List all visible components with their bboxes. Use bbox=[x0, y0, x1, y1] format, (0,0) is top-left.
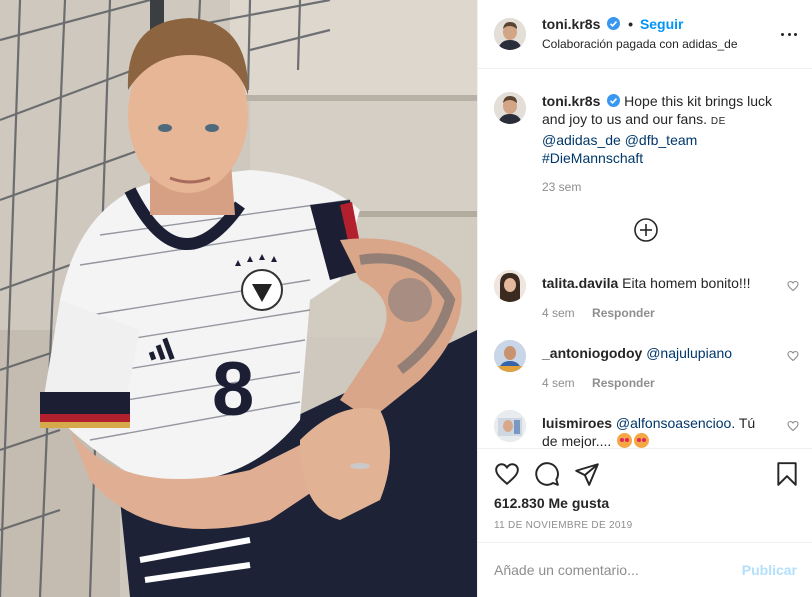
caption-time[interactable]: 23 sem bbox=[542, 180, 581, 194]
publish-button[interactable]: Publicar bbox=[742, 562, 797, 578]
avatar[interactable] bbox=[494, 18, 526, 50]
paid-partnership-prefix: Colaboración pagada con bbox=[542, 37, 679, 51]
heart-icon[interactable] bbox=[787, 420, 799, 432]
heart-icon[interactable] bbox=[787, 350, 799, 362]
bookmark-icon[interactable] bbox=[774, 461, 800, 487]
heart-eyes-emoji-icon bbox=[634, 433, 650, 448]
avatar[interactable] bbox=[494, 410, 526, 442]
circle-plus-icon[interactable] bbox=[634, 218, 658, 242]
more-dot bbox=[794, 32, 797, 36]
separator-dot: • bbox=[628, 16, 634, 32]
avatar-image bbox=[494, 270, 526, 302]
jersey-number: 8 bbox=[212, 347, 254, 432]
comment-input[interactable] bbox=[494, 559, 724, 581]
comment-item: talita.davila Eita homem bonito!!! 4 sem… bbox=[494, 270, 799, 330]
comment-meta: 4 sem Responder bbox=[542, 376, 655, 390]
follow-button[interactable]: Seguir bbox=[640, 16, 684, 32]
verified-badge-icon bbox=[607, 17, 621, 30]
header-username-line: toni.kr8s • Seguir bbox=[542, 16, 684, 32]
comment-icon[interactable] bbox=[534, 461, 560, 487]
more-dot bbox=[787, 32, 791, 36]
add-comment-bar: Publicar bbox=[478, 542, 812, 597]
caption-mention[interactable]: @adidas_de bbox=[542, 132, 621, 148]
caption-hashtag[interactable]: #DieMannschaft bbox=[542, 150, 643, 166]
comment-username[interactable]: luismiroes bbox=[542, 415, 612, 431]
avatar-image bbox=[494, 92, 526, 124]
post-photo[interactable]: 8 bbox=[0, 0, 477, 597]
avatar[interactable] bbox=[494, 270, 526, 302]
comment-item: _antoniogodoy @najulupiano 4 sem Respond… bbox=[494, 340, 799, 400]
more-dot bbox=[781, 32, 784, 36]
comment-meta: 4 sem Responder bbox=[542, 306, 655, 320]
photo-illustration: 8 bbox=[0, 0, 477, 597]
comment-mention[interactable]: @alfonsoasencioo. bbox=[616, 415, 735, 431]
comment-username[interactable]: talita.davila bbox=[542, 275, 618, 291]
avatar-image bbox=[494, 18, 526, 50]
paper-plane-icon[interactable] bbox=[574, 461, 600, 487]
post-side-panel: toni.kr8s • Seguir Colaboración pagada c… bbox=[477, 0, 812, 597]
comment-mention[interactable]: @najulupiano bbox=[646, 345, 732, 361]
comment-username[interactable]: _antoniogodoy bbox=[542, 345, 642, 361]
more-options-icon[interactable] bbox=[781, 26, 797, 42]
caption-text-block: toni.kr8s Hope this kit brings luck and … bbox=[542, 92, 792, 167]
comment-time[interactable]: 4 sem bbox=[542, 376, 575, 390]
comments-section[interactable]: toni.kr8s Hope this kit brings luck and … bbox=[478, 70, 812, 448]
reply-button[interactable]: Responder bbox=[592, 306, 655, 320]
paid-partnership-label: Colaboración pagada con adidas_de bbox=[542, 37, 738, 51]
verified-badge-icon bbox=[607, 94, 621, 107]
avatar[interactable] bbox=[494, 92, 526, 124]
avatar-image bbox=[494, 410, 526, 442]
post-actions: 612.830 Me gusta 11 DE NOVIEMBRE DE 2019 bbox=[478, 448, 812, 540]
caption-mention[interactable]: @dfb_team bbox=[625, 132, 698, 148]
comment-text-block: luismiroes @alfonsoasencioo. Tú de mejor… bbox=[542, 414, 762, 448]
heart-icon[interactable] bbox=[494, 461, 520, 487]
instagram-post: 8 toni.kr8s • Seguir Colaboración pagada… bbox=[0, 0, 812, 597]
comment-item: luismiroes @alfonsoasencioo. Tú de mejor… bbox=[494, 410, 799, 448]
post-date[interactable]: 11 DE NOVIEMBRE DE 2019 bbox=[494, 520, 632, 531]
comment-text-block: talita.davila Eita homem bonito!!! bbox=[542, 274, 762, 292]
heart-eyes-emoji-icon bbox=[617, 433, 633, 448]
comment-time[interactable]: 4 sem bbox=[542, 306, 575, 320]
comment-text: Eita homem bonito!!! bbox=[622, 275, 751, 291]
header-username[interactable]: toni.kr8s bbox=[542, 16, 600, 32]
caption-username[interactable]: toni.kr8s bbox=[542, 93, 600, 109]
heart-icon[interactable] bbox=[787, 280, 799, 292]
likes-count[interactable]: 612.830 Me gusta bbox=[494, 495, 609, 511]
avatar[interactable] bbox=[494, 340, 526, 372]
comment-text-block: _antoniogodoy @najulupiano bbox=[542, 344, 762, 362]
partner-link[interactable]: adidas_de bbox=[682, 37, 737, 51]
reply-button[interactable]: Responder bbox=[592, 376, 655, 390]
avatar-image bbox=[494, 340, 526, 372]
caption-small-caps: DE bbox=[710, 116, 726, 127]
post-header: toni.kr8s • Seguir Colaboración pagada c… bbox=[478, 0, 812, 69]
